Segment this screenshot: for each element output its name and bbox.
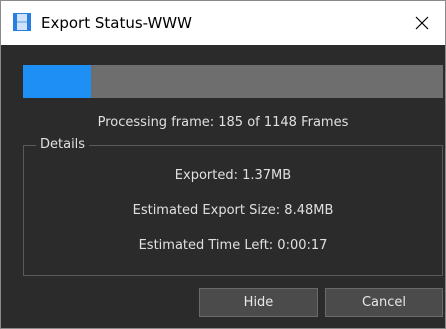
progress-bar: [23, 65, 443, 98]
processing-status: Processing frame: 185 of 1148 Frames: [97, 115, 349, 130]
dialog-content: Processing frame: 185 of 1148 Frames Det…: [1, 45, 445, 328]
estimated-export-size: Estimated Export Size: 8.48MB: [132, 203, 334, 218]
hide-button[interactable]: Hide: [199, 288, 318, 317]
close-button[interactable]: [399, 1, 445, 45]
details-group: Details Exported: 1.37MB Estimated Expor…: [23, 137, 443, 276]
progress-bar-fill: [23, 65, 91, 98]
details-legend: Details: [36, 137, 90, 153]
cancel-button[interactable]: Cancel: [325, 288, 443, 317]
export-status-dialog: Export Status-WWW Processing frame: 185 …: [0, 0, 446, 329]
film-strip-icon: [13, 13, 31, 31]
window-title: Export Status-WWW: [41, 14, 192, 32]
exported-size: Exported: 1.37MB: [174, 168, 292, 183]
estimated-time-left: Estimated Time Left: 0:00:17: [138, 238, 328, 253]
close-icon: [415, 16, 429, 30]
title-bar: Export Status-WWW: [1, 1, 445, 45]
